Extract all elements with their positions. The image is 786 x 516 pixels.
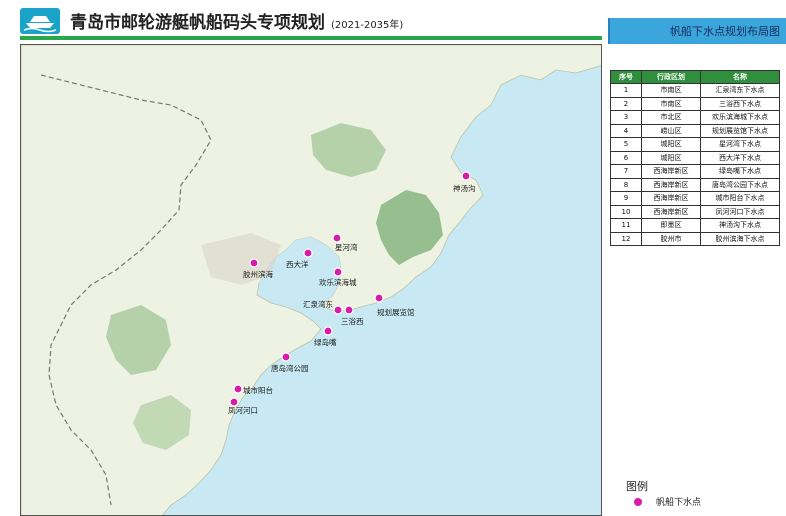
table-cell: 11	[610, 218, 642, 233]
legend-label: 帆船下水点	[656, 498, 702, 508]
map-canvas: 神汤沟 星河湾 西大洋 胶州滨海 欢乐滨海城 汇泉湾东 三浴西 规划展览馆 绿岛…	[21, 45, 601, 515]
table-cell: 9	[610, 191, 642, 206]
point-label: 规划展览馆	[377, 307, 415, 317]
col-header: 序号	[610, 70, 642, 84]
table-cell: 5	[610, 137, 642, 152]
col-header: 行政区划	[641, 70, 701, 84]
title-text: 青岛市邮轮游艇帆船码头专项规划	[70, 13, 325, 33]
map-frame[interactable]: 神汤沟 星河湾 西大洋 胶州滨海 欢乐滨海城 汇泉湾东 三浴西 规划展览馆 绿岛…	[20, 44, 602, 516]
table-row: 7 西海岸新区 绿岛嘴下水点	[610, 164, 780, 179]
table-cell: 6	[610, 150, 642, 165]
point-label: 城市阳台	[243, 385, 273, 395]
point-label: 欢乐滨海城	[319, 277, 357, 287]
table-cell: 神汤沟下水点	[700, 218, 780, 233]
table-row: 8 西海岸新区 唐岛湾公园下水点	[610, 177, 780, 192]
ship-logo-icon	[20, 8, 60, 34]
table-cell: 三浴西下水点	[700, 96, 780, 111]
col-header: 名称	[700, 70, 780, 84]
table-cell: 即墨区	[641, 218, 701, 233]
table-cell: 3	[610, 110, 642, 125]
table-cell: 崂山区	[641, 123, 701, 138]
table-row: 5 城阳区 星河湾下水点	[610, 137, 780, 152]
table-cell: 规划展览馆下水点	[700, 123, 780, 138]
table-cell: 西海岸新区	[641, 164, 701, 179]
table-cell: 4	[610, 123, 642, 138]
table-cell: 欢乐滨海城下水点	[700, 110, 780, 125]
table-cell: 胶州滨海下水点	[700, 231, 780, 246]
point-label: 三浴西	[341, 316, 364, 326]
table-cell: 12	[610, 231, 642, 246]
table-cell: 1	[610, 83, 642, 98]
panel-header: 帆船下水点规划布局图	[602, 18, 786, 44]
table-cell: 西大洋下水点	[700, 150, 780, 165]
panel-header-tick	[602, 18, 610, 44]
table-cell: 星河湾下水点	[700, 137, 780, 152]
point-label: 绿岛嘴	[314, 337, 337, 347]
table-cell: 西海岸新区	[641, 204, 701, 219]
table-cell: 西海岸新区	[641, 191, 701, 206]
table-row: 1 市南区 汇泉湾东下水点	[610, 83, 780, 98]
table-row: 4 崂山区 规划展览馆下水点	[610, 123, 780, 138]
panel-title: 帆船下水点规划布局图	[670, 25, 780, 38]
table-cell: 10	[610, 204, 642, 219]
table-row: 9 西海岸新区 城市阳台下水点	[610, 191, 780, 206]
legend-title: 图例	[626, 480, 648, 493]
point-label: 汇泉湾东	[303, 299, 333, 309]
point-label: 西大洋	[286, 259, 309, 269]
table-row: 2 市南区 三浴西下水点	[610, 96, 780, 111]
table-row: 6 城阳区 西大洋下水点	[610, 150, 780, 165]
table-cell: 城市阳台下水点	[700, 191, 780, 206]
table-row: 3 市北区 欢乐滨海城下水点	[610, 110, 780, 125]
table-row: 11 即墨区 神汤沟下水点	[610, 218, 780, 233]
table-cell: 市北区	[641, 110, 701, 125]
table-cell: 市南区	[641, 96, 701, 111]
legend-marker-icon	[634, 498, 642, 506]
point-label: 神汤沟	[453, 183, 476, 193]
table-cell: 绿岛嘴下水点	[700, 164, 780, 179]
table-cell: 7	[610, 164, 642, 179]
table-cell: 西海岸新区	[641, 177, 701, 192]
table-cell: 唐岛湾公园下水点	[700, 177, 780, 192]
table-cell: 胶州市	[641, 231, 701, 246]
table-row: 12 胶州市 胶州滨海下水点	[610, 231, 780, 246]
point-label: 凤河河口	[228, 406, 258, 415]
title-underline	[20, 36, 602, 40]
title-bar: 青岛市邮轮游艇帆船码头专项规划 (2021-2035年)	[0, 0, 602, 40]
table-cell: 市南区	[641, 83, 701, 98]
table-header-row: 序号 行政区划 名称	[610, 70, 780, 84]
side-panel: 序号 行政区划 名称 1 市南区 汇泉湾东下水点 2 市南区 三浴西下水点 3 市北区 欢乐…	[602, 44, 786, 516]
point-label: 唐岛湾公园	[271, 363, 309, 373]
table-cell: 城阳区	[641, 137, 701, 152]
table-cell: 城阳区	[641, 150, 701, 165]
table-cell: 凤河河口下水点	[700, 204, 780, 219]
point-label: 星河湾	[335, 242, 358, 252]
page-title: 青岛市邮轮游艇帆船码头专项规划 (2021-2035年)	[70, 8, 403, 33]
point-label: 胶州滨海	[243, 269, 273, 279]
table-cell: 2	[610, 96, 642, 111]
table-cell: 8	[610, 177, 642, 192]
table-cell: 汇泉湾东下水点	[700, 83, 780, 98]
sites-table: 序号 行政区划 名称 1 市南区 汇泉湾东下水点 2 市南区 三浴西下水点 3 市北区 欢乐…	[610, 70, 780, 246]
title-years: (2021-2035年)	[331, 20, 404, 31]
table-row: 10 西海岸新区 凤河河口下水点	[610, 204, 780, 219]
